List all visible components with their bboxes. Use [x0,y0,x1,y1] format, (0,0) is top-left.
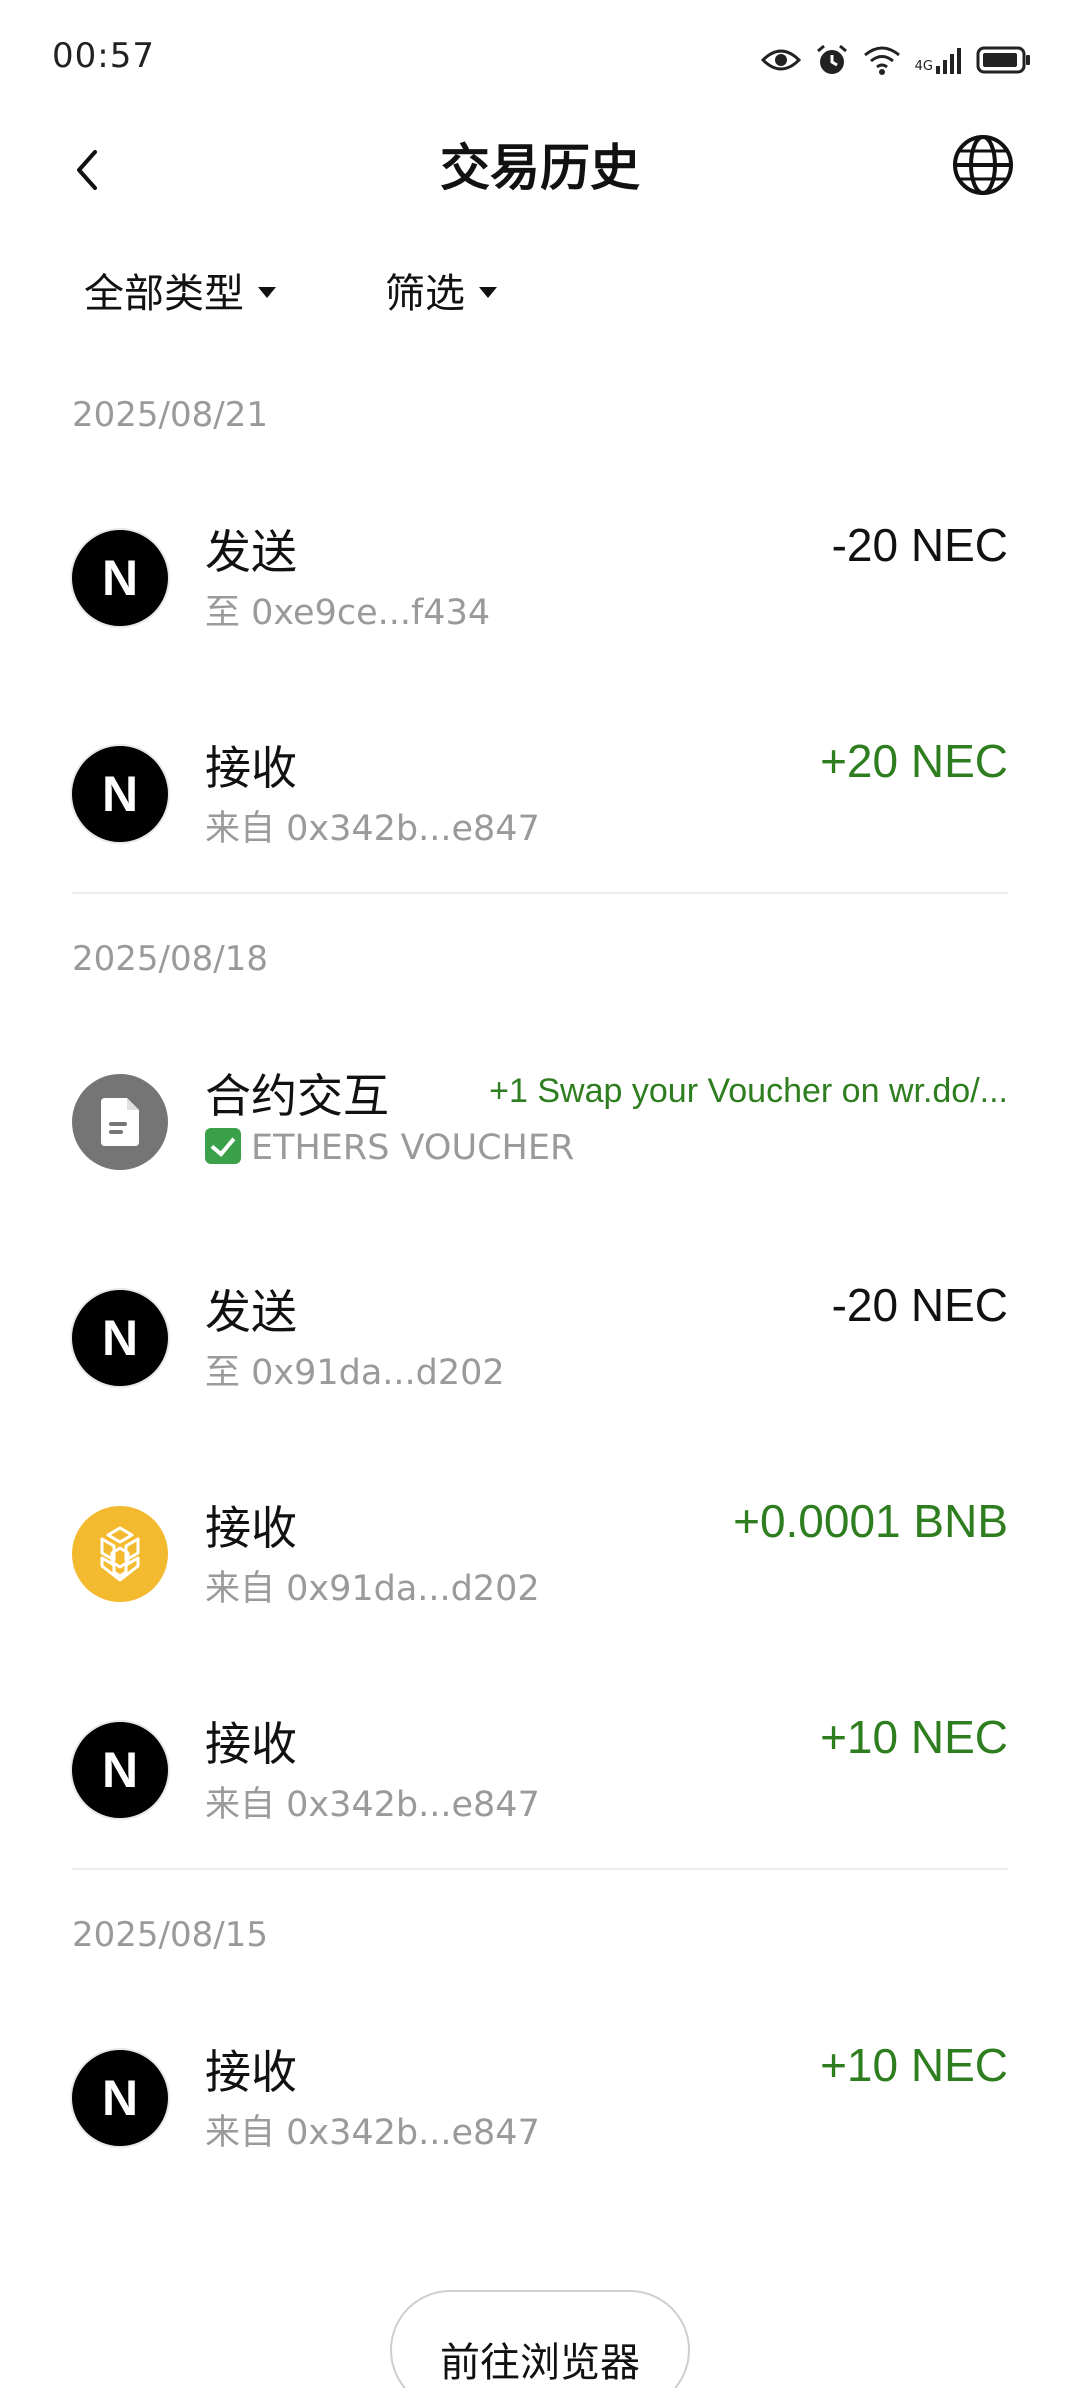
transaction-list: 2025/08/21 N 发送 至 0xe9ce...f434 -20 NEC … [0,370,1080,2196]
transaction-counterparty: 来自 0x342b...e847 [205,1785,540,1825]
battery-icon [976,46,1030,74]
type-filter-label: 全部类型 [84,271,244,317]
transaction-type: 接收 [205,2045,297,2099]
eye-icon [760,49,801,71]
transaction-counterparty: 至 0x91da...d202 [205,1353,505,1393]
transaction-type: 接收 [205,741,297,795]
network-label: 4G [914,59,933,74]
transaction-counterparty: 来自 0x91da...d202 [205,1569,540,1609]
signal-icon [936,48,961,74]
screen-filter-label: 筛选 [385,271,465,317]
globe-icon [953,135,1013,195]
transaction-row[interactable]: 合约交互 ETHERS VOUCHER +1 Swap your Voucher… [0,1004,1080,1220]
transaction-row[interactable]: N 发送 至 0xe9ce...f434 -20 NEC [0,460,1080,676]
transaction-amount: -20 NEC [831,519,1008,571]
bnb-token-icon [72,1506,168,1602]
transaction-row[interactable]: N 接收 来自 0x342b...e847 +20 NEC [0,676,1080,892]
signal-indicator: 4G [915,46,962,74]
nec-token-icon: N [72,530,168,626]
caret-down-icon [258,286,276,298]
globe-button[interactable] [938,120,1028,210]
transaction-row[interactable]: N 接收 来自 0x342b...e847 +10 NEC [0,1652,1080,1868]
header: 交易历史 [0,110,1080,260]
transaction-counterparty: 来自 0x342b...e847 [205,2113,540,2153]
wifi-icon [863,46,900,75]
transaction-counterparty: 至 0xe9ce...f434 [205,593,491,633]
transaction-amount: -20 NEC [831,1279,1008,1331]
transaction-amount: +0.0001 BNB [733,1495,1008,1547]
date-header: 2025/08/18 [72,939,268,979]
transaction-type: 发送 [205,1285,297,1339]
nec-token-icon: N [72,1722,168,1818]
voucher-label: ETHERS VOUCHER [251,1128,575,1168]
transaction-type: 合约交互 [205,1069,389,1123]
transaction-row[interactable]: 接收 来自 0x91da...d202 +0.0001 BNB [0,1436,1080,1652]
status-time: 00:57 [52,36,155,76]
status-icons: 4G [760,40,1032,80]
transaction-amount: +1 Swap your Voucher on wr.do/... [489,1072,1008,1110]
date-header: 2025/08/21 [72,395,268,435]
page-title: 交易历史 [440,139,640,197]
nec-token-icon: N [72,746,168,842]
transaction-counterparty: ETHERS VOUCHER [205,1128,574,1168]
transaction-row[interactable]: N 发送 至 0x91da...d202 -20 NEC [0,1220,1080,1436]
nec-token-icon: N [72,1290,168,1386]
transaction-amount: +10 NEC [820,2039,1008,2091]
transaction-type: 接收 [205,1501,297,1555]
caret-down-icon [479,286,497,298]
open-browser-button[interactable]: 前往浏览器 [390,2290,690,2388]
filter-bar: 全部类型 筛选 [0,255,1080,335]
contract-document-icon [72,1074,168,1170]
screen-filter-dropdown[interactable]: 筛选 [385,255,497,325]
transaction-amount: +10 NEC [820,1711,1008,1763]
transaction-type: 接收 [205,1717,297,1771]
date-header: 2025/08/15 [72,1915,268,1955]
check-mark-icon [205,1128,241,1164]
transaction-counterparty: 来自 0x342b...e847 [205,809,540,849]
type-filter-dropdown[interactable]: 全部类型 [84,255,276,325]
alarm-icon [816,44,847,74]
transaction-amount: +20 NEC [820,735,1008,787]
status-bar: 00:57 4G [0,0,1080,120]
transaction-type: 发送 [205,525,297,579]
transaction-row[interactable]: N 接收 来自 0x342b...e847 +10 NEC [0,1980,1080,2196]
nec-token-icon: N [72,2050,168,2146]
